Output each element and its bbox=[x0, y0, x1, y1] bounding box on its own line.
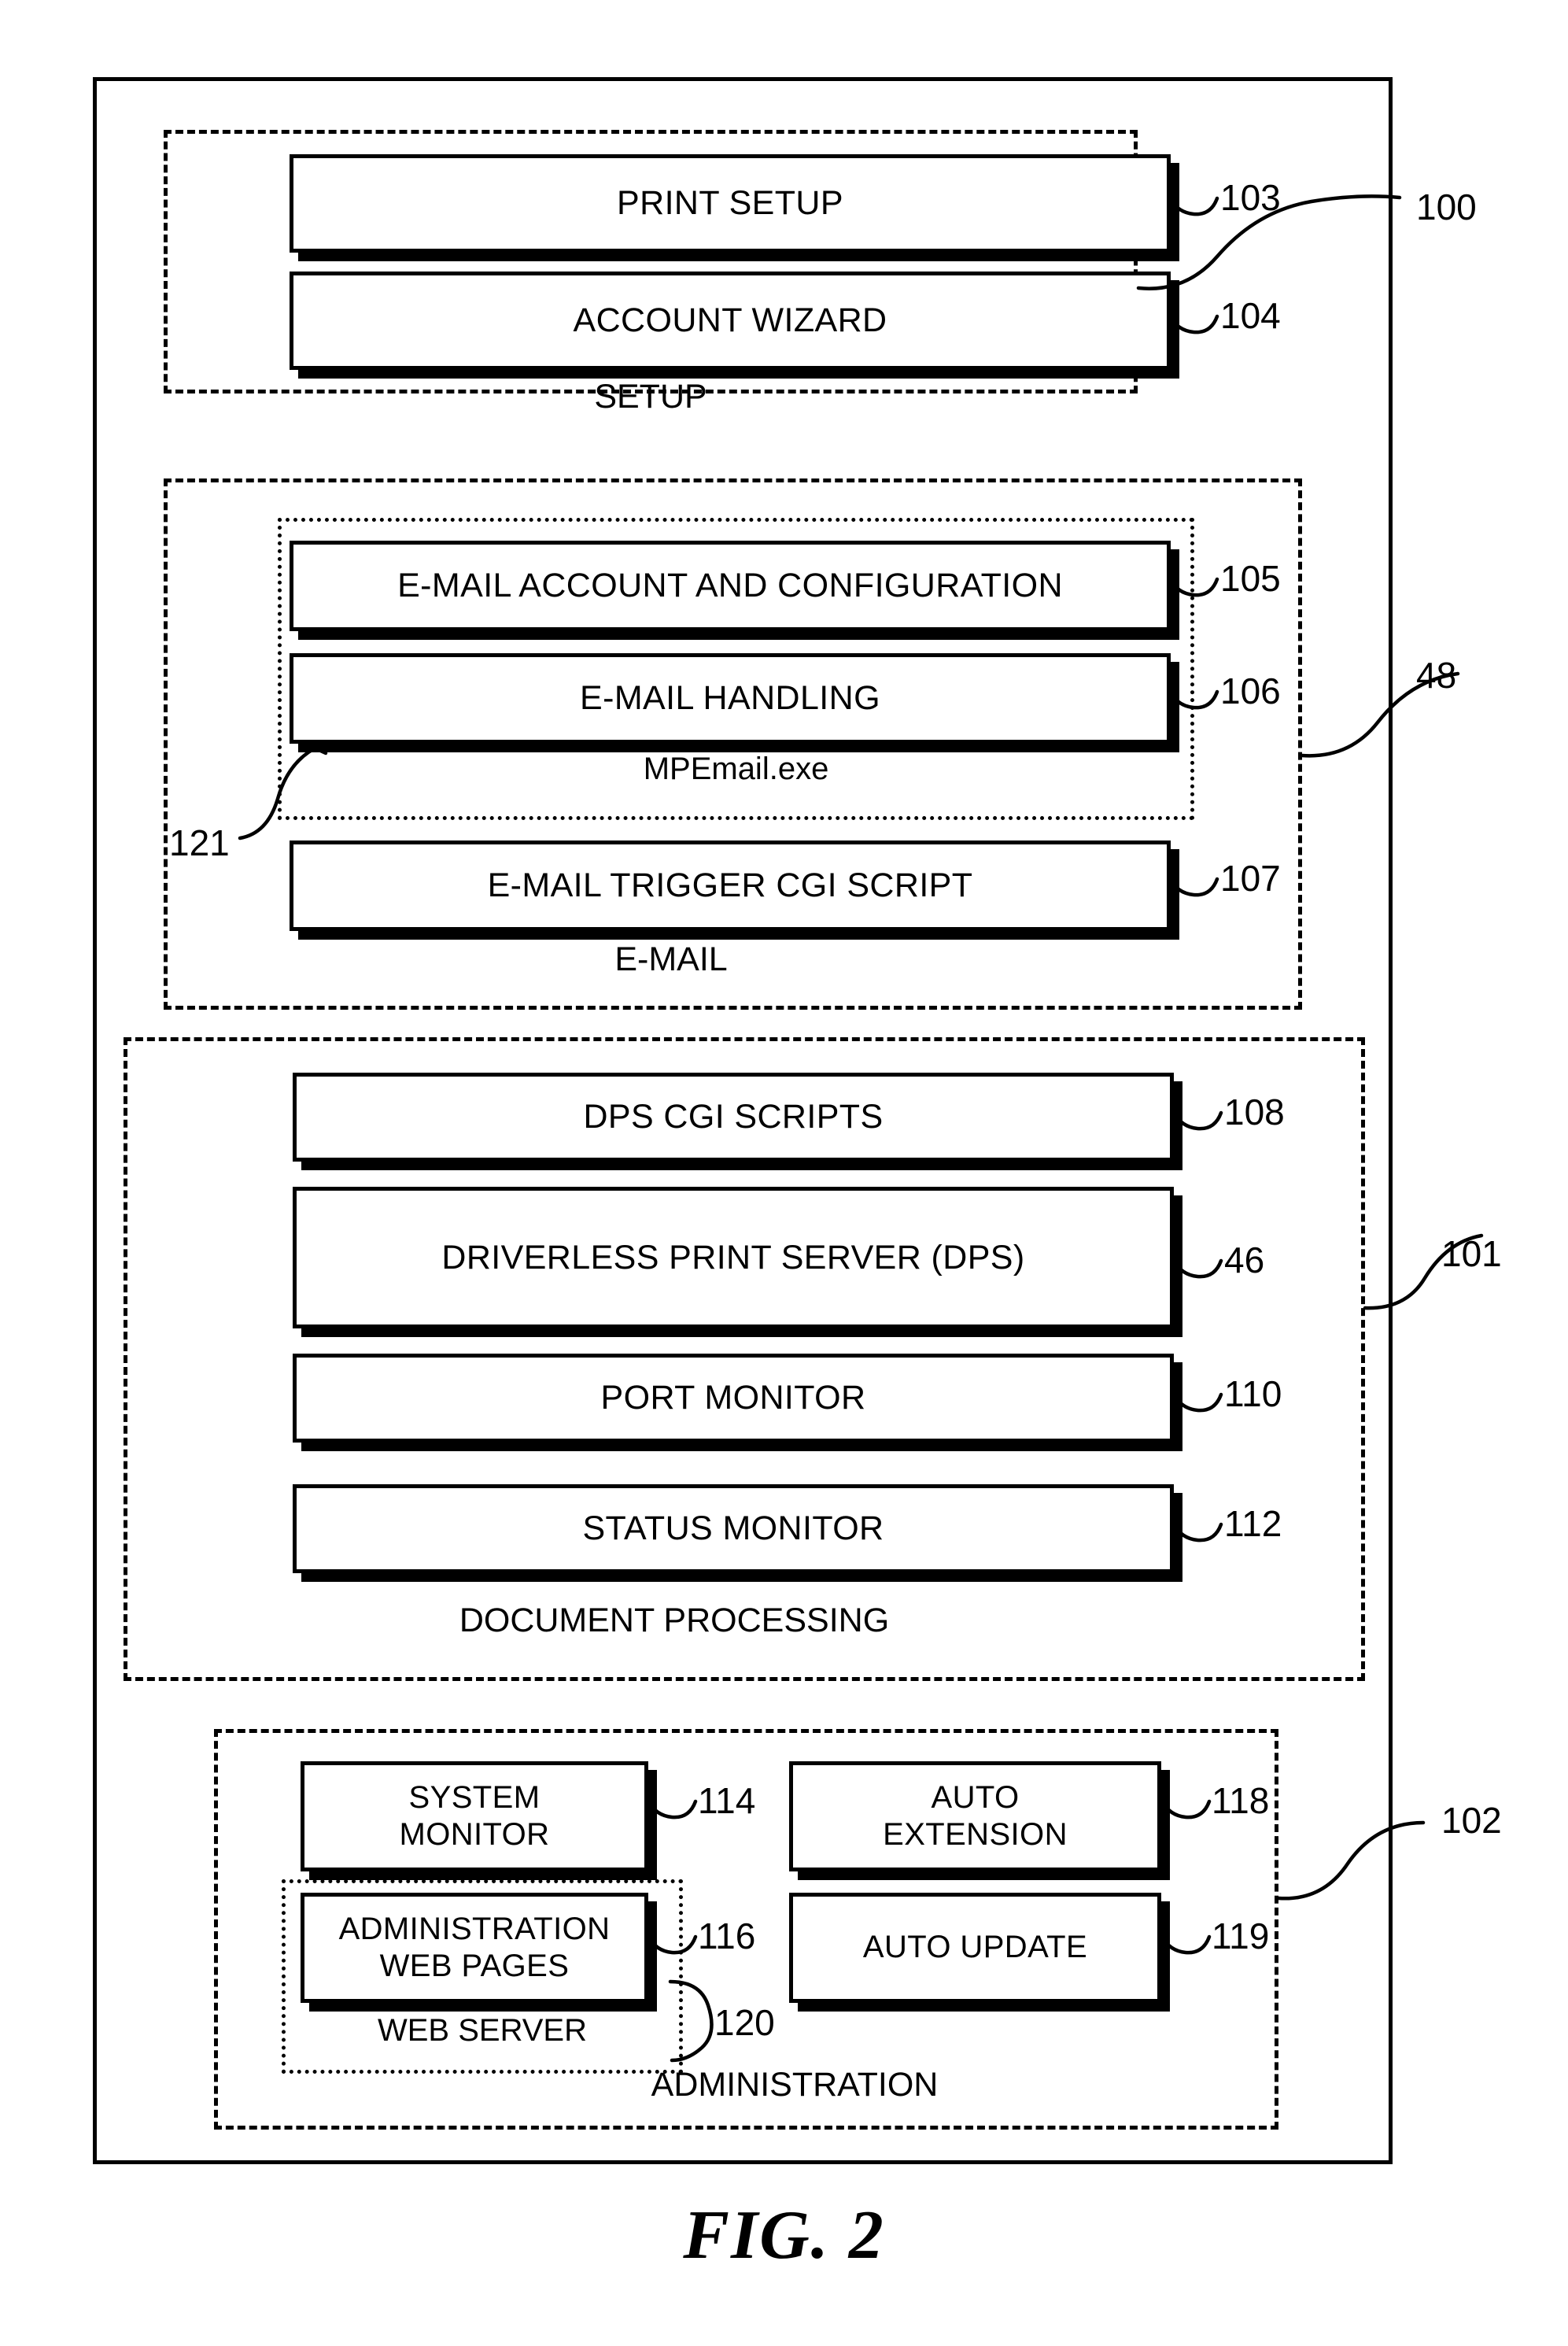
figure-caption: FIG. 2 bbox=[683, 2197, 885, 2274]
group-setup-caption: SETUP bbox=[594, 378, 707, 416]
node-system-monitor-label: SYSTEM MONITOR bbox=[399, 1779, 550, 1852]
ref-116: 116 bbox=[698, 1916, 756, 1956]
node-print-setup[interactable]: PRINT SETUP bbox=[290, 154, 1171, 253]
node-auto-update[interactable]: AUTO UPDATE bbox=[789, 1893, 1161, 2003]
ref-46: 46 bbox=[1224, 1240, 1265, 1280]
ref-105: 105 bbox=[1220, 558, 1281, 599]
node-system-monitor[interactable]: SYSTEM MONITOR bbox=[301, 1761, 648, 1871]
ref-110: 110 bbox=[1224, 1373, 1282, 1414]
ref-106: 106 bbox=[1220, 671, 1281, 711]
node-driverless-print-server-label: DRIVERLESS PRINT SERVER (DPS) bbox=[441, 1238, 1025, 1276]
group-administration-caption: ADMINISTRATION bbox=[651, 2066, 939, 2104]
node-email-handling-label: E-MAIL HANDLING bbox=[580, 679, 880, 718]
node-email-trigger-cgi-script[interactable]: E-MAIL TRIGGER CGI SCRIPT bbox=[290, 840, 1171, 931]
ref-112: 112 bbox=[1224, 1503, 1282, 1544]
group-document-processing-caption: DOCUMENT PROCESSING bbox=[459, 1602, 890, 1639]
ref-107: 107 bbox=[1220, 858, 1281, 899]
ref-114: 114 bbox=[698, 1780, 756, 1821]
subgroup-mpemail-caption: MPEmail.exe bbox=[643, 752, 829, 786]
ref-120: 120 bbox=[714, 2002, 775, 2043]
node-status-monitor[interactable]: STATUS MONITOR bbox=[293, 1484, 1174, 1573]
node-account-wizard-label: ACCOUNT WIZARD bbox=[573, 301, 887, 340]
ref-119: 119 bbox=[1212, 1916, 1270, 1956]
node-email-account-configuration[interactable]: E-MAIL ACCOUNT AND CONFIGURATION bbox=[290, 541, 1171, 631]
ref-121: 121 bbox=[169, 822, 230, 863]
node-port-monitor-label: PORT MONITOR bbox=[600, 1379, 866, 1417]
node-dps-cgi-scripts[interactable]: DPS CGI SCRIPTS bbox=[293, 1073, 1174, 1162]
ref-48: 48 bbox=[1416, 655, 1457, 696]
ref-104: 104 bbox=[1220, 295, 1281, 336]
patent-figure: PRINT SETUP ACCOUNT WIZARD SETUP 103 104… bbox=[0, 0, 1568, 2346]
subgroup-web-server-caption: WEB SERVER bbox=[378, 2013, 587, 2048]
node-email-trigger-cgi-script-label: E-MAIL TRIGGER CGI SCRIPT bbox=[487, 866, 973, 905]
node-email-handling[interactable]: E-MAIL HANDLING bbox=[290, 653, 1171, 744]
ref-118: 118 bbox=[1212, 1780, 1270, 1821]
node-port-monitor[interactable]: PORT MONITOR bbox=[293, 1354, 1174, 1443]
group-email-caption: E-MAIL bbox=[614, 940, 728, 978]
node-email-account-configuration-label: E-MAIL ACCOUNT AND CONFIGURATION bbox=[397, 567, 1063, 605]
node-account-wizard[interactable]: ACCOUNT WIZARD bbox=[290, 272, 1171, 370]
node-status-monitor-label: STATUS MONITOR bbox=[582, 1509, 884, 1548]
node-dps-cgi-scripts-label: DPS CGI SCRIPTS bbox=[583, 1098, 884, 1136]
ref-108: 108 bbox=[1224, 1092, 1285, 1132]
ref-101: 101 bbox=[1441, 1233, 1502, 1274]
node-print-setup-label: PRINT SETUP bbox=[617, 184, 843, 223]
node-driverless-print-server[interactable]: DRIVERLESS PRINT SERVER (DPS) bbox=[293, 1187, 1174, 1328]
ref-102: 102 bbox=[1441, 1800, 1502, 1841]
node-auto-extension-label: AUTO EXTENSION bbox=[883, 1779, 1068, 1852]
node-administration-web-pages[interactable]: ADMINISTRATION WEB PAGES bbox=[301, 1893, 648, 2003]
node-auto-update-label: AUTO UPDATE bbox=[862, 1930, 1088, 1965]
ref-103: 103 bbox=[1220, 177, 1281, 218]
node-administration-web-pages-label: ADMINISTRATION WEB PAGES bbox=[338, 1911, 611, 1983]
ref-100: 100 bbox=[1416, 187, 1477, 227]
node-auto-extension[interactable]: AUTO EXTENSION bbox=[789, 1761, 1161, 1871]
